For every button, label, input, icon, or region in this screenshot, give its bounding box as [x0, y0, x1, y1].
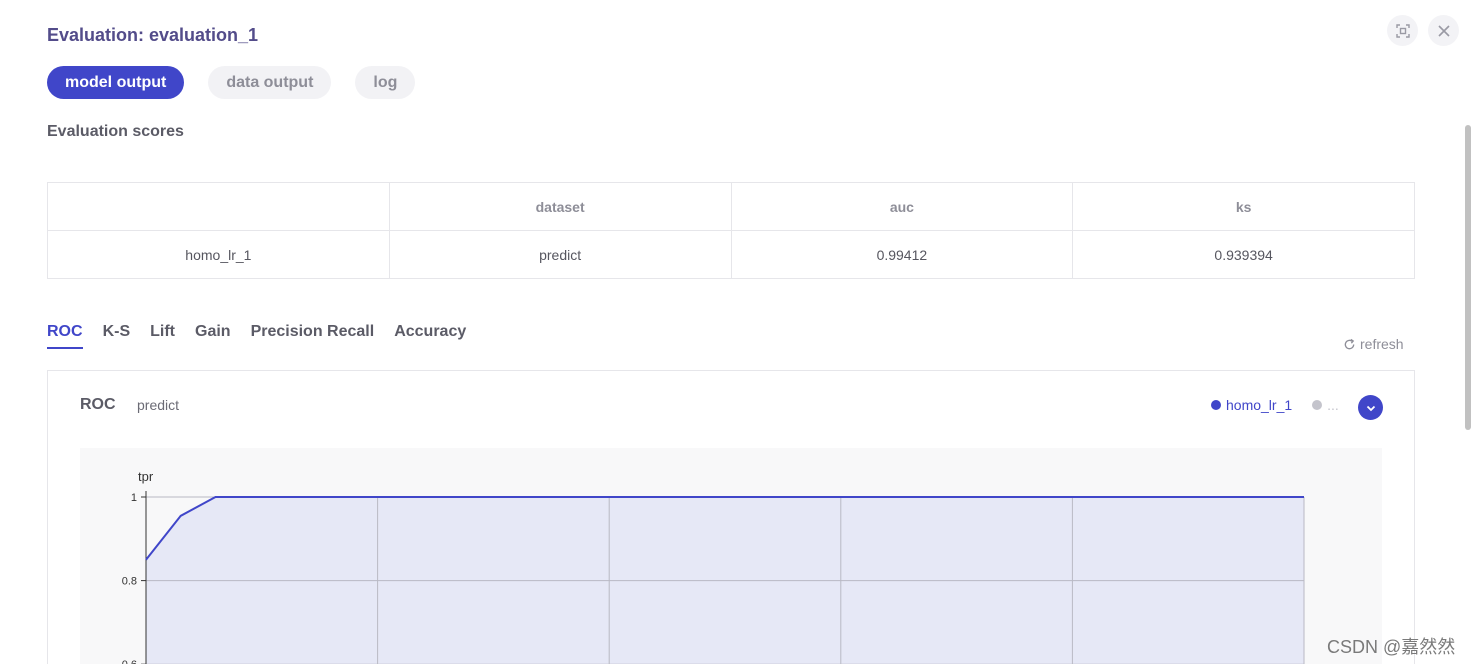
legend-label: homo_lr_1 — [1226, 397, 1293, 413]
table-row: homo_lr_1 predict 0.99412 0.939394 — [47, 230, 1415, 279]
column-header-ks: ks — [1072, 182, 1415, 231]
chart-card-title: ROC — [80, 396, 116, 413]
refresh-icon — [1344, 338, 1355, 349]
metric-tabs: ROC K-S Lift Gain Precision Recall Accur… — [47, 323, 466, 349]
watermark: CSDN @嘉然然 — [1327, 637, 1456, 657]
tab-gain[interactable]: Gain — [195, 323, 231, 349]
refresh-button[interactable]: refresh — [1343, 336, 1404, 352]
table-header-row: dataset auc ks — [47, 182, 1415, 231]
tab-log[interactable]: log — [355, 66, 416, 99]
tab-data-output[interactable]: data output — [208, 66, 332, 99]
chart-card-subtitle: predict — [137, 397, 180, 413]
y-axis-label: tpr — [138, 469, 154, 484]
legend-item-more[interactable]: ... — [1312, 397, 1339, 413]
evaluation-modal: Evaluation: evaluation_1 model output da… — [0, 0, 1474, 664]
column-header-name — [47, 182, 390, 231]
y-tick-label: 0.6 — [122, 659, 137, 664]
close-button[interactable] — [1428, 15, 1459, 46]
column-header-dataset: dataset — [388, 182, 732, 231]
column-header-auc: auc — [730, 182, 1074, 231]
legend-item-homo-lr-1[interactable]: homo_lr_1 — [1211, 397, 1292, 413]
roc-chart-card: ROC predict homo_lr_1 ... 1 0.8 0.6 tpr — [47, 370, 1415, 664]
tab-lift[interactable]: Lift — [150, 323, 175, 349]
y-tick-label: 1 — [131, 492, 137, 504]
chevron-down-icon — [1366, 405, 1375, 411]
maximize-button[interactable] — [1387, 15, 1418, 46]
evaluation-scores-title: Evaluation scores — [47, 123, 184, 140]
tab-ks[interactable]: K-S — [103, 323, 131, 349]
chart-legend: homo_lr_1 ... — [1211, 397, 1339, 413]
fullscreen-icon — [1395, 23, 1410, 38]
y-tick-label: 0.8 — [122, 576, 137, 588]
legend-expand-button[interactable] — [1358, 395, 1383, 420]
tab-precision-recall[interactable]: Precision Recall — [251, 323, 375, 349]
cell-dataset: predict — [388, 230, 732, 279]
tab-model-output[interactable]: model output — [47, 66, 185, 99]
legend-label: ... — [1327, 397, 1339, 413]
chart-area: 1 0.8 0.6 tpr — [80, 448, 1382, 664]
cell-auc: 0.99412 — [730, 230, 1074, 279]
close-icon — [1437, 24, 1450, 37]
output-tabs: model output data output log — [47, 66, 416, 99]
tab-roc[interactable]: ROC — [47, 323, 83, 349]
legend-dot — [1312, 400, 1323, 410]
cell-ks: 0.939394 — [1072, 230, 1415, 279]
scores-table: dataset auc ks homo_lr_1 predict 0.99412… — [47, 182, 1415, 279]
refresh-label: refresh — [1360, 336, 1404, 352]
cell-model-name: homo_lr_1 — [47, 230, 390, 279]
tab-accuracy[interactable]: Accuracy — [394, 323, 466, 349]
legend-dot — [1211, 400, 1221, 410]
page-title: Evaluation: evaluation_1 — [47, 25, 259, 45]
scrollbar[interactable] — [1465, 125, 1471, 430]
roc-chart: 1 0.8 0.6 tpr — [122, 469, 1305, 664]
